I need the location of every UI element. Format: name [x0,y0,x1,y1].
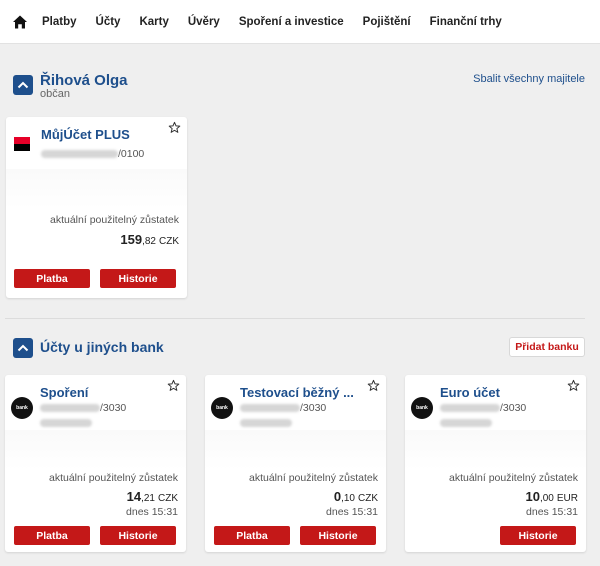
balance-label: aktuální použitelný zůstatek [449,472,578,484]
account-number-redacted [240,404,300,412]
nav-item-platby[interactable]: Platby [42,16,77,28]
chevron-up-icon [17,81,29,89]
bank-logo-icon: bank [411,397,433,419]
history-button[interactable]: Historie [100,269,176,288]
home-icon[interactable] [12,14,28,30]
balance-label: aktuální použitelný zůstatek [249,472,378,484]
account-card-mujucet-plus[interactable]: MůjÚčet PLUS /0100 aktuální použitelný z… [6,117,187,298]
bank-logo-icon [14,137,30,151]
account-holder-redacted [240,419,292,427]
payment-button[interactable]: Platba [214,526,290,545]
account-number: /3030 [40,402,126,414]
bank-logo-icon: bank [11,397,33,419]
star-icon[interactable] [367,379,380,392]
last-updated: dnes 15:31 [526,506,578,518]
account-number: /3030 [440,402,526,414]
other-banks-collapse-button[interactable] [13,338,33,358]
account-name[interactable]: Testovací běžný ... [240,385,354,400]
history-button[interactable]: Historie [300,526,376,545]
payment-button[interactable]: Platba [14,526,90,545]
owner-collapse-button[interactable] [13,75,33,95]
nav-item-uvery[interactable]: Úvěry [188,16,220,28]
account-holder-redacted [440,419,492,427]
nav-item-karty[interactable]: Karty [139,16,168,28]
section-divider [5,318,585,319]
owner-role: občan [40,88,70,100]
account-card-euro-ucet[interactable]: bank Euro účet /3030 aktuální použitelný… [405,375,586,552]
account-card-testovaci-bezny[interactable]: bank Testovací běžný ... /3030 aktuální … [205,375,386,552]
account-number: /3030 [240,402,326,414]
payment-button[interactable]: Platba [14,269,90,288]
balance-value: 10,00 EUR [525,489,579,504]
account-name[interactable]: MůjÚčet PLUS [41,127,130,142]
nav-item-pojisteni[interactable]: Pojištění [363,16,411,28]
collapse-all-owners-link[interactable]: Sbalit všechny majitele [473,73,585,85]
nav-item-financni-trhy[interactable]: Finanční trhy [430,16,502,28]
other-banks-title: Účty u jiných bank [40,339,164,355]
account-name[interactable]: Spoření [40,385,88,400]
account-number-redacted [40,404,100,412]
last-updated: dnes 15:31 [326,506,378,518]
add-bank-button[interactable]: Přidat banku [509,337,585,357]
chevron-up-icon [17,344,29,352]
history-button[interactable]: Historie [500,526,576,545]
account-number-redacted [41,150,118,158]
nav-item-ucty[interactable]: Účty [96,16,121,28]
account-number: /0100 [41,148,144,160]
balance-label: aktuální použitelný zůstatek [50,214,179,226]
last-updated: dnes 15:31 [126,506,178,518]
balance-value: 159,82 CZK [120,232,179,247]
account-card-sporeni[interactable]: bank Spoření /3030 aktuální použitelný z… [5,375,186,552]
owner-name: Řihová Olga [40,72,128,89]
account-number-redacted [440,404,500,412]
nav-item-sporeni-a-investice[interactable]: Spoření a investice [239,16,344,28]
account-holder-redacted [40,419,92,427]
balance-label: aktuální použitelný zůstatek [49,472,178,484]
account-name[interactable]: Euro účet [440,385,500,400]
top-navigation: Platby Účty Karty Úvěry Spoření a invest… [0,0,600,44]
balance-value: 0,10 CZK [333,489,378,504]
star-icon[interactable] [168,121,181,134]
balance-value: 14,21 CZK [126,489,178,504]
star-icon[interactable] [167,379,180,392]
history-button[interactable]: Historie [100,526,176,545]
bank-logo-icon: bank [211,397,233,419]
star-icon[interactable] [567,379,580,392]
